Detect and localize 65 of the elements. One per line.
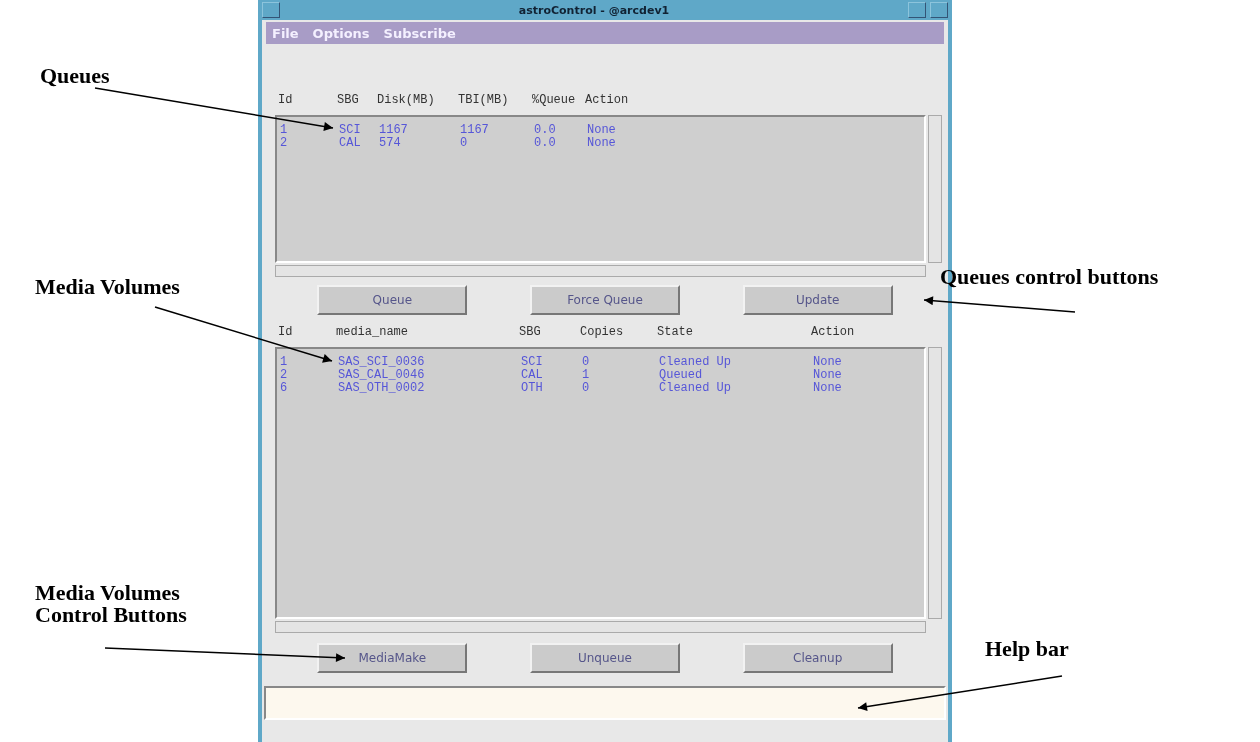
action-button[interactable]: Unqueue <box>530 643 680 673</box>
column-header: Disk(MB) <box>377 93 436 109</box>
table-cell-text: None <box>813 382 843 395</box>
column-header: %Queue <box>532 93 577 109</box>
table-cell-text: 1167 <box>460 124 490 137</box>
table-cell-text: Cleaned Up <box>659 356 732 369</box>
action-button[interactable]: Update <box>742 285 893 315</box>
column-header: SBG <box>519 325 542 341</box>
table-cell-text: OTH <box>521 382 544 395</box>
horizontal-scrollbar[interactable] <box>275 265 926 277</box>
table-cell-text: 574 <box>379 137 402 150</box>
annotation-label: Media Volumes <box>35 276 180 298</box>
table-cell-text: Cleaned Up <box>659 382 732 395</box>
table-cell-text: None <box>813 356 843 369</box>
action-button[interactable]: Force Queue <box>530 285 680 315</box>
table-cell-text: SCI <box>521 356 544 369</box>
annotation-label: Media Volumes Control Buttons <box>35 582 187 626</box>
window-title: astroControl - @arcdev1 <box>517 3 671 17</box>
column-header: Copies <box>580 325 625 341</box>
column-header: Id <box>278 325 294 341</box>
table-cell-text: 1 <box>582 369 591 382</box>
window-menu-button[interactable] <box>262 2 280 18</box>
annotation-label: Queues <box>40 65 110 87</box>
action-button[interactable]: MediaMake <box>317 643 468 673</box>
table-cell-text: 2 <box>280 369 289 382</box>
media-volume-list[interactable]: 1 SAS_SCI_0036 SCI 0 Cleaned Up None 2 SAS_CAL_0046 CAL 1 Queued None 6 SAS_OTH_0002 OTH 0 Cleaned Up None <box>275 347 926 619</box>
table-cell-text: 6 <box>280 382 289 395</box>
table-cell-text: Queued <box>659 369 704 382</box>
queue-list[interactable]: 1 SCI 1167 1167 0.0 None 2 CAL 574 0 0.0 None <box>275 115 926 263</box>
column-header: TBI(MB) <box>458 93 510 109</box>
table-cell-text: SAS_CAL_0046 <box>338 369 426 382</box>
table-cell-text: 1 <box>280 356 289 369</box>
table-cell-text: 0 <box>460 137 469 150</box>
table-cell-text: CAL <box>521 369 544 382</box>
table-cell-text: SAS_SCI_0036 <box>338 356 426 369</box>
table-cell-text: 0.0 <box>534 137 557 150</box>
vertical-scrollbar[interactable] <box>928 115 942 263</box>
column-header: SBG <box>337 93 360 109</box>
maximize-button[interactable] <box>930 2 948 18</box>
action-button[interactable]: Cleanup <box>742 643 893 673</box>
table-cell-text: None <box>813 369 843 382</box>
horizontal-scrollbar[interactable] <box>275 621 926 633</box>
table-cell-text: 1 <box>280 124 289 137</box>
table-cell-text: 0 <box>582 356 591 369</box>
table-cell-text: 2 <box>280 137 289 150</box>
column-header: media_name <box>336 325 409 341</box>
table-cell-text: None <box>587 137 617 150</box>
minimize-button[interactable] <box>908 2 926 18</box>
menu-item[interactable]: File <box>272 25 299 41</box>
table-cell-text: 0.0 <box>534 124 557 137</box>
table-cell-text: 1167 <box>379 124 409 137</box>
table-cell-text: SCI <box>339 124 362 137</box>
table-cell-text: 0 <box>582 382 591 395</box>
menu-item[interactable]: Options <box>312 25 370 41</box>
table-cell-text: None <box>587 124 617 137</box>
table-cell-text: CAL <box>339 137 362 150</box>
column-header: Id <box>278 93 294 109</box>
action-button[interactable]: Queue <box>317 285 468 315</box>
table-cell-text: SAS_OTH_0002 <box>338 382 426 395</box>
column-header: Action <box>585 93 630 109</box>
vertical-scrollbar[interactable] <box>928 347 942 619</box>
annotation-label: Help bar <box>985 638 1069 660</box>
menu-item[interactable]: Subscribe <box>383 25 456 41</box>
column-header: State <box>657 325 694 341</box>
column-header: Action <box>811 325 856 341</box>
